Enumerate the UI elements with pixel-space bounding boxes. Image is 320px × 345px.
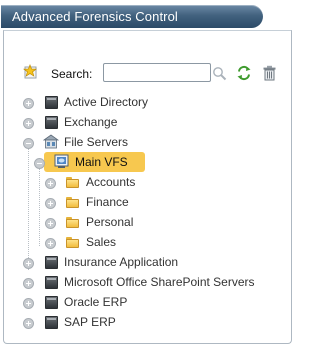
tree-item-label: Oracle ERP (64, 295, 128, 309)
vfs-icon (54, 154, 69, 168)
expand-icon[interactable] (45, 238, 56, 249)
expand-icon[interactable] (23, 258, 34, 269)
expand-icon[interactable] (45, 218, 56, 229)
tree-item-personal[interactable]: Personal (0, 213, 290, 231)
refresh-icon[interactable] (236, 65, 252, 81)
tree-item-oracle-erp[interactable]: Oracle ERP (0, 293, 290, 311)
tree-item-label: Main VFS (75, 155, 128, 169)
collapse-icon[interactable] (23, 138, 34, 149)
tree-item-sap-erp[interactable]: SAP ERP (0, 313, 290, 331)
tree-item-label: Sales (86, 235, 117, 249)
file-server-group-icon (43, 134, 59, 149)
tree-item-label: Accounts (86, 175, 136, 189)
tree-item-sharepoint-servers[interactable]: Microsoft Office SharePoint Servers (0, 273, 290, 291)
tree-item-file-servers[interactable]: File Servers (0, 133, 290, 151)
folder-icon (66, 237, 80, 248)
expand-icon[interactable] (23, 98, 34, 109)
folder-icon (66, 197, 80, 208)
tree-item-label: File Servers (64, 135, 129, 149)
tree-item-accounts[interactable]: Accounts (0, 173, 290, 191)
search-label: Search: (51, 67, 93, 81)
expand-icon[interactable] (45, 178, 56, 189)
tree-item-finance[interactable]: Finance (0, 193, 290, 211)
expand-icon[interactable] (45, 198, 56, 209)
tree-item-label: Finance (86, 195, 129, 209)
search-input[interactable] (103, 63, 211, 82)
expand-icon[interactable] (23, 118, 34, 129)
server-icon (45, 96, 58, 109)
server-icon (45, 116, 58, 129)
tree-item-insurance-application[interactable]: Insurance Application (0, 253, 290, 271)
star-icon[interactable] (23, 64, 39, 80)
server-icon (45, 316, 58, 329)
expand-icon[interactable] (23, 298, 34, 309)
tree-item-sales[interactable]: Sales (0, 233, 290, 251)
tree-item-exchange[interactable]: Exchange (0, 113, 290, 131)
tree-item-label: Exchange (64, 115, 118, 129)
tree-item-label: Insurance Application (64, 255, 179, 269)
tree-item-label: Microsoft Office SharePoint Servers (64, 275, 255, 289)
tree-item-label: Active Directory (64, 95, 149, 109)
expand-icon[interactable] (23, 278, 34, 289)
tree-item-main-vfs[interactable]: Main VFS (0, 153, 290, 171)
search-icon[interactable] (212, 66, 227, 81)
server-icon (45, 276, 58, 289)
collapse-icon[interactable] (34, 158, 45, 169)
server-icon (45, 296, 58, 309)
tree-item-label: SAP ERP (64, 315, 116, 329)
server-icon (45, 256, 58, 269)
tree-item-active-directory[interactable]: Active Directory (0, 93, 290, 111)
trash-icon[interactable] (262, 65, 277, 81)
expand-icon[interactable] (23, 318, 34, 329)
tree-item-label: Personal (86, 215, 134, 229)
folder-icon (66, 177, 80, 188)
folder-icon (66, 217, 80, 228)
toolbar: Search: (0, 0, 292, 82)
